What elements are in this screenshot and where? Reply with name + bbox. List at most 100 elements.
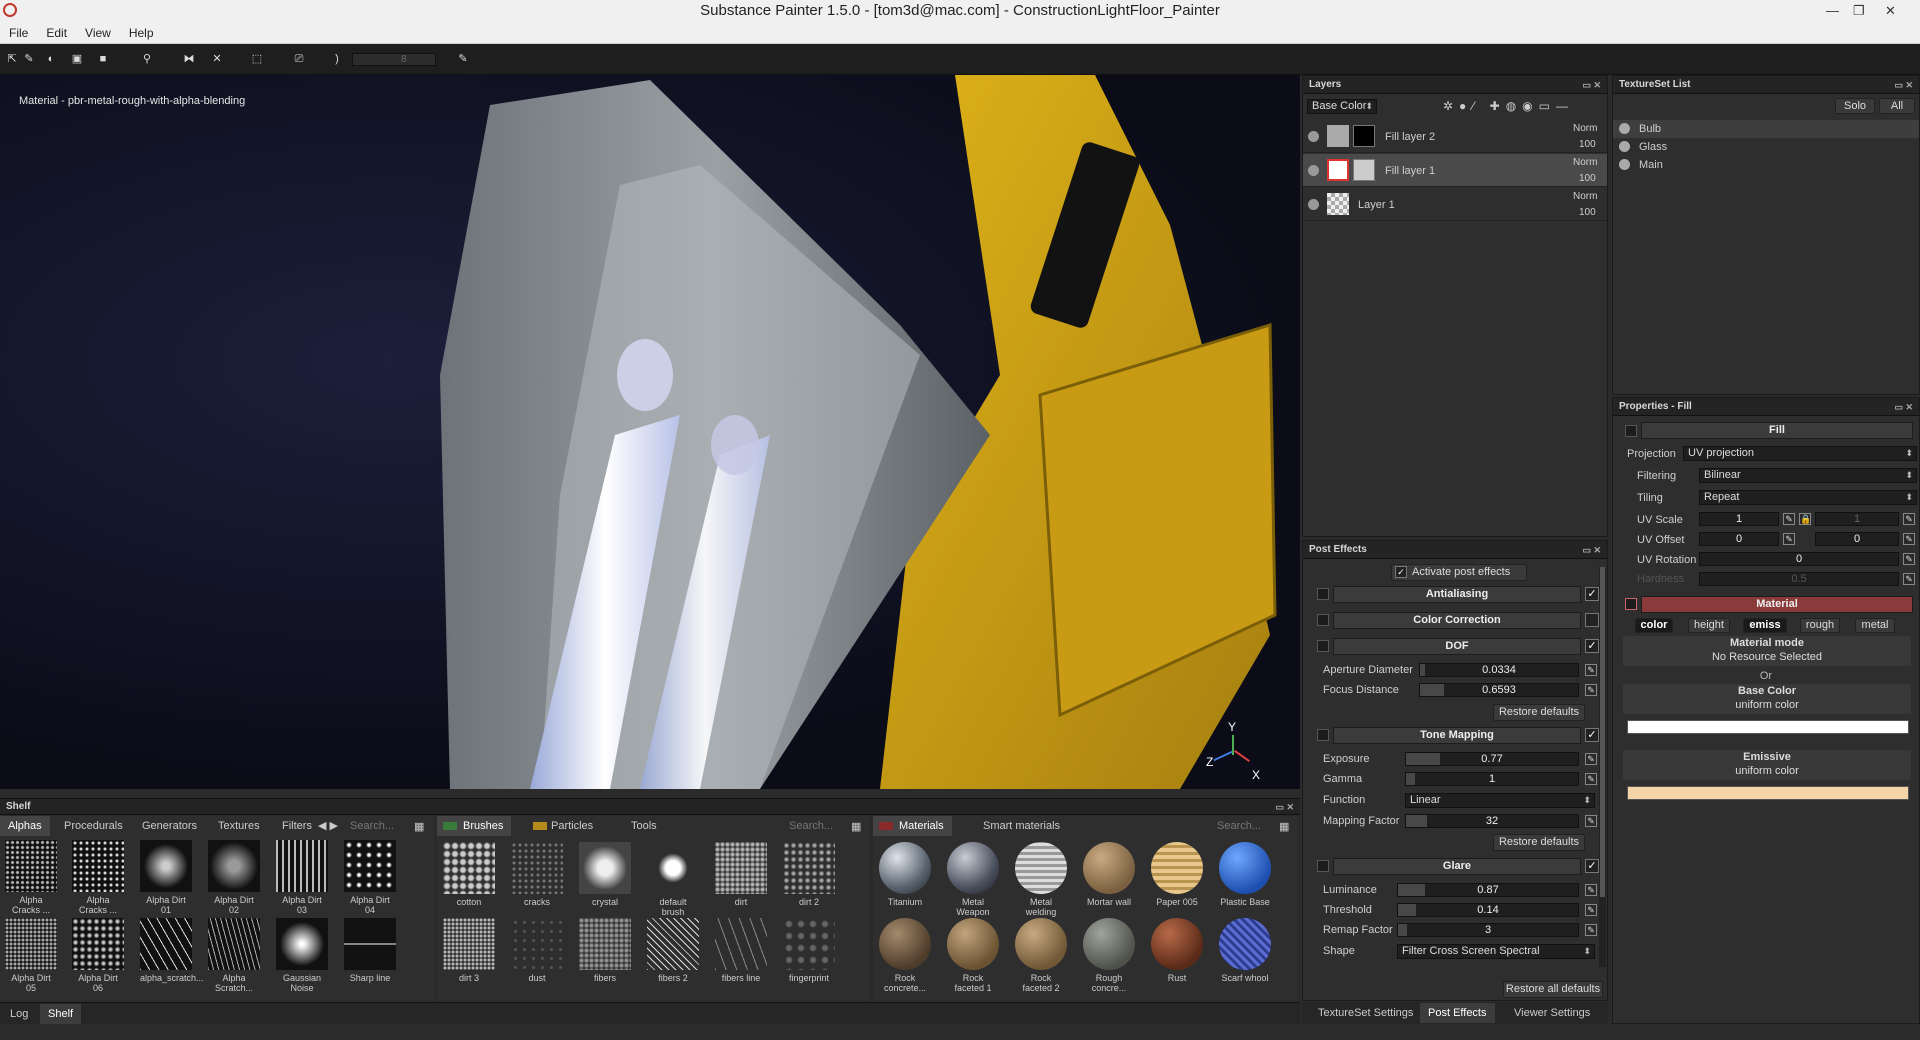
uvscale-slider[interactable]: 1 [1699, 512, 1779, 526]
panel-controls-icon[interactable]: ▭ ✕ [1275, 799, 1294, 815]
edit-pen-icon[interactable]: ✎ [1903, 533, 1915, 545]
brush-thumb[interactable]: crystal [579, 842, 631, 907]
color-correction-checkbox[interactable] [1585, 613, 1599, 627]
layer-tools-icons[interactable]: ✲●⁄ ✚◍◉▭— [1443, 99, 1574, 113]
collapse-toggle[interactable] [1317, 729, 1329, 741]
exposure-slider[interactable]: 0.77 [1405, 752, 1579, 766]
base-color-swatch[interactable] [1627, 720, 1909, 734]
layer-opacity[interactable]: 100 [1579, 173, 1596, 184]
menu-help[interactable]: Help [120, 22, 163, 44]
all-button[interactable]: All [1879, 98, 1915, 114]
close-icon[interactable]: ✕ [1885, 0, 1896, 22]
brush-thumb[interactable]: fibers [579, 918, 631, 983]
visibility-eye-icon[interactable] [1308, 199, 1319, 210]
grid-view-icon[interactable]: ▦ [1279, 820, 1289, 833]
tab-viewer-settings[interactable]: Viewer Settings [1506, 1003, 1598, 1023]
textureset-item[interactable]: Main [1613, 156, 1919, 174]
edit-pen-icon[interactable]: ✎ [1783, 513, 1795, 525]
projection-select[interactable]: UV projection [1683, 446, 1917, 461]
layer-blend[interactable]: Norm [1573, 157, 1597, 168]
symmetry-icon[interactable]: ⧓ [182, 52, 196, 66]
material-thumb[interactable]: Scarf whool [1219, 918, 1271, 983]
alpha-thumb[interactable]: Alpha Cracks ... [5, 840, 57, 915]
brush-thumb[interactable]: dirt [715, 842, 767, 907]
uvoffset-slider-2[interactable]: 0 [1815, 532, 1899, 546]
alpha-thumb[interactable]: Alpha Dirt 05 [5, 918, 57, 993]
tab-generators[interactable]: Generators [134, 816, 205, 836]
tab-log[interactable]: Log [2, 1004, 36, 1024]
alpha-thumb[interactable]: Sharp line [344, 918, 396, 983]
antialiasing-section[interactable]: Antialiasing [1333, 586, 1581, 603]
edit-pen-icon[interactable]: ✎ [1585, 664, 1597, 676]
menu-edit[interactable]: Edit [37, 22, 76, 44]
visibility-eye-icon[interactable] [1308, 131, 1319, 142]
menu-file[interactable]: File [0, 22, 37, 44]
uvoffset-slider[interactable]: 0 [1699, 532, 1779, 546]
edit-pen-icon[interactable]: ✎ [1585, 884, 1597, 896]
channel-metal-button[interactable]: metal [1855, 618, 1895, 633]
color-correction-section[interactable]: Color Correction [1333, 612, 1581, 629]
search-input[interactable]: Search... [1217, 820, 1267, 832]
collapse-toggle[interactable] [1317, 640, 1329, 652]
tone-mapping-checkbox[interactable]: ✓ [1585, 728, 1599, 742]
brush-thumb[interactable]: fibers line [715, 918, 767, 983]
glare-checkbox[interactable]: ✓ [1585, 859, 1599, 873]
brush-thumb[interactable]: cotton [443, 842, 495, 907]
xy-icon[interactable]: ✕ [210, 52, 224, 66]
gamma-slider[interactable]: 1 [1405, 772, 1579, 786]
layer-row[interactable]: Layer 1 Norm 100 [1303, 188, 1607, 221]
channel-emiss-button[interactable]: emiss [1743, 618, 1787, 633]
eraser-icon[interactable]: ◐ [44, 52, 58, 66]
edit-pen-icon[interactable]: ✎ [1903, 513, 1915, 525]
hardness-slider[interactable]: 0.5 [1699, 572, 1899, 586]
collapse-toggle[interactable] [1317, 614, 1329, 626]
solo-button[interactable]: Solo [1835, 98, 1875, 114]
shape-select[interactable]: Filter Cross Screen Spectral [1397, 944, 1595, 959]
camera-icon[interactable]: ⎚ [292, 52, 306, 66]
alpha-thumb[interactable]: Alpha Dirt 04 [344, 840, 396, 915]
collapse-toggle[interactable] [1317, 588, 1329, 600]
function-select[interactable]: Linear [1405, 793, 1595, 808]
brush-thumb[interactable]: dirt 3 [443, 918, 495, 983]
antialiasing-checkbox[interactable]: ✓ [1585, 587, 1599, 601]
layer-row[interactable]: Fill layer 2 Norm 100 [1303, 120, 1607, 153]
layer-opacity[interactable]: 100 [1579, 207, 1596, 218]
edit-pen-icon[interactable]: ✎ [1903, 573, 1915, 585]
tab-smart-materials[interactable]: Smart materials [975, 816, 1068, 836]
brush-thumb[interactable]: cracks [511, 842, 563, 907]
dof-checkbox[interactable]: ✓ [1585, 639, 1599, 653]
alpha-thumb[interactable]: Alpha Dirt 06 [72, 918, 124, 993]
visibility-eye-icon[interactable] [1619, 159, 1630, 170]
textureset-item[interactable]: Bulb [1613, 120, 1919, 138]
tab-filters[interactable]: Filters [274, 816, 320, 836]
channel-select[interactable]: Base Color [1307, 99, 1377, 114]
collapse-toggle[interactable] [1625, 425, 1637, 437]
material-thumb[interactable]: Metal welding [1015, 842, 1067, 917]
layer-blend[interactable]: Norm [1573, 191, 1597, 202]
material-thumb[interactable]: Rock faceted 1 [947, 918, 999, 993]
threshold-slider[interactable]: 0.14 [1397, 903, 1579, 917]
activate-checkbox[interactable]: ✓ [1395, 566, 1407, 578]
material-thumb[interactable]: Paper 005 [1151, 842, 1203, 907]
edit-pen-icon[interactable]: ✎ [1783, 533, 1795, 545]
uvrot-slider[interactable]: 0 [1699, 552, 1899, 566]
alpha-thumb[interactable]: Alpha Cracks ... [72, 840, 124, 915]
tab-tools[interactable]: Tools [623, 816, 665, 836]
restore-defaults-button[interactable]: Restore defaults [1493, 834, 1585, 851]
focus-slider[interactable]: 0.6593 [1419, 683, 1579, 697]
projection-icon[interactable]: ▣ [70, 52, 84, 66]
edit-pen-icon[interactable]: ✎ [456, 52, 470, 66]
activate-post-effects-toggle[interactable]: Activate post effects [1391, 564, 1527, 581]
tab-textures[interactable]: Textures [210, 816, 268, 836]
tone-mapping-section[interactable]: Tone Mapping [1333, 727, 1581, 744]
edit-pen-icon[interactable]: ✎ [1585, 753, 1597, 765]
tiling-select[interactable]: Repeat [1699, 490, 1917, 505]
material-thumb[interactable]: Plastic Base [1219, 842, 1271, 907]
material-thumb[interactable]: Metal Weapon [947, 842, 999, 917]
alpha-thumb[interactable]: Alpha Dirt 02 [208, 840, 260, 915]
3d-view-icon[interactable]: ⬚ [250, 52, 264, 66]
brush-thumb[interactable]: dust [511, 918, 563, 983]
layer-blend[interactable]: Norm [1573, 123, 1597, 134]
brush-thumb[interactable]: fibers 2 [647, 918, 699, 983]
channel-rough-button[interactable]: rough [1800, 618, 1840, 633]
